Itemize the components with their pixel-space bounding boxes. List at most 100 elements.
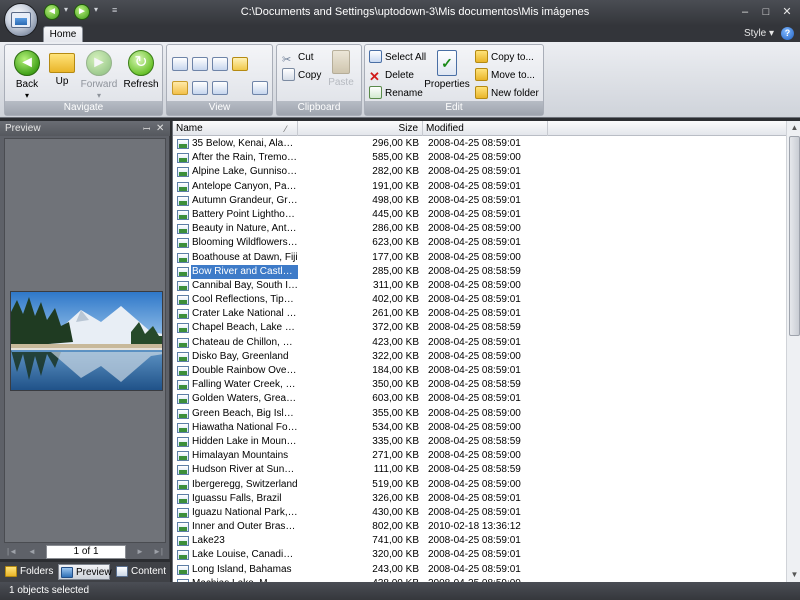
view-group: View [166,44,273,116]
close-icon[interactable]: ✕ [156,121,164,136]
table-row[interactable]: Disko Bay, Greenland 322,00 KB 2008-04-25 … [173,350,785,364]
table-row[interactable]: Battery Point Lighthous... 445,00 KB 2008-… [173,208,785,222]
style-menu[interactable]: Style ▾ [744,28,774,39]
next-page-icon[interactable]: ► [134,546,146,558]
view-options-icon[interactable] [252,81,268,95]
close-button[interactable]: ✕ [780,5,794,19]
scrollbar-thumb[interactable] [789,136,800,336]
tiles-view-icon[interactable] [212,81,228,95]
tab-folders[interactable]: Folders [3,564,55,580]
forward-button[interactable]: ► Forward ▾ [78,48,120,100]
quick-forward-button[interactable]: ► [74,4,90,20]
thumbnails-view-icon[interactable] [232,57,248,71]
table-row[interactable]: Himalayan Mountains 271,00 KB 2008-04-25 0… [173,449,785,463]
cut-label: Cut [298,52,314,63]
image-file-icon [177,167,189,178]
image-file-icon [177,536,189,547]
table-row[interactable]: After the Rain, Tremon... 585,00 KB 2008-0… [173,151,785,165]
copy-to-button[interactable]: Copy to... [475,50,534,66]
image-file-icon [177,266,189,277]
table-row[interactable]: Hudson River at Sunset... 111,00 KB 2008-0… [173,463,785,477]
table-row[interactable]: Boathouse at Dawn, Fiji 177,00 KB 2008-04-… [173,251,785,265]
properties-button[interactable]: ✓ Properties [423,48,471,98]
cut-button[interactable]: ✂ Cut [282,50,314,66]
pin-icon[interactable]: ꟷ [143,122,150,137]
forward-arrow-icon: ► [77,6,87,17]
vertical-scrollbar[interactable]: ▲ ▼ [786,121,800,582]
column-header-name[interactable]: Name ⁄ [173,121,298,136]
back-label: Back [15,79,39,90]
file-name: Himalayan Mountains [192,450,289,462]
back-button[interactable]: ◄ Back ▾ [7,48,47,100]
tab-preview[interactable]: Preview [58,564,112,580]
table-row[interactable]: Blooming Wildflowers a... 623,00 KB 2008-0… [173,236,785,250]
table-row[interactable]: Golden Waters, Great S... 603,00 KB 2008-0… [173,392,785,406]
refresh-button[interactable]: ↻ Refresh [121,48,161,98]
last-page-icon[interactable]: ►| [152,546,164,558]
delete-button[interactable]: ✕ Delete [369,68,414,84]
preview-panel-title: Preview [5,123,41,134]
table-row[interactable]: Cool Reflections, Tipso... 402,00 KB 2008-… [173,293,785,307]
table-row[interactable]: Lake Louise, Canadian ... 320,00 KB 2008-0… [173,548,785,562]
large-icons-view-icon[interactable] [192,57,208,71]
table-row[interactable]: Chateau de Chillon, Lak... 423,00 KB 2008-… [173,336,785,350]
table-row[interactable]: 35 Below, Kenai, Alaska 296,00 KB 2008-04-… [173,137,785,151]
tab-content[interactable]: Content [114,564,168,580]
table-row[interactable]: Chapel Beach, Lake Su... 372,00 KB 2008-04… [173,321,785,335]
first-page-icon[interactable]: |◄ [6,546,18,558]
app-menu-button[interactable] [4,3,38,37]
table-row[interactable]: Ibergeregg, Switzerland 519,00 KB 2008-04-… [173,478,785,492]
minimize-button[interactable]: – [738,5,752,19]
file-name: Bow River and Castle M... [191,264,298,279]
folder-icon [5,566,17,577]
table-row[interactable]: Autumn Grandeur, Gra... 498,00 KB 2008-04-… [173,194,785,208]
table-row[interactable]: Falling Water Creek, Po... 350,00 KB 2008-… [173,378,785,392]
medium-icons-view-icon[interactable] [212,57,228,71]
table-row[interactable]: Cannibal Bay, South Isl... 311,00 KB 2008-… [173,279,785,293]
move-to-button[interactable]: Move to... [475,68,535,84]
forward-label: Forward [80,79,118,90]
quick-forward-dropdown[interactable]: ▾ [94,5,98,14]
quick-back-button[interactable]: ◄ [44,4,60,20]
quick-back-dropdown[interactable]: ▾ [64,5,68,14]
preview-panel: Preview ꟷ ✕ |◄ ◄ 1 of 1 ► ►| [0,121,170,559]
file-name: Inner and Outer Brass I... [192,521,298,533]
new-folder-label: New folder [491,88,539,99]
table-row[interactable]: Iguazu National Park, A... 430,00 KB 2008-… [173,506,785,520]
table-row[interactable]: Hiawatha National Fore... 534,00 KB 2008-0… [173,421,785,435]
table-row[interactable]: Beauty in Nature, Antel... 286,00 KB 2008-… [173,222,785,236]
paste-button[interactable]: Paste [322,48,360,98]
table-row[interactable]: Alpine Lake, Gunnison ... 282,00 KB 2008-0… [173,165,785,179]
table-row[interactable]: Iguassu Falls, Brazil 326,00 KB 2008-04-25… [173,492,785,506]
scroll-up-icon[interactable]: ▲ [788,121,800,135]
maximize-button[interactable]: □ [759,5,773,19]
image-file-icon [177,337,189,348]
table-row[interactable]: Antelope Canyon, Page... 191,00 KB 2008-04… [173,180,785,194]
table-row[interactable]: Long Island, Bahamas 243,00 KB 2008-04-25 … [173,563,785,577]
copy-button[interactable]: Copy [282,68,321,84]
select-all-button[interactable]: Select All [369,50,426,66]
table-row[interactable]: Green Beach, Big Island... 355,00 KB 2008-… [173,407,785,421]
table-row[interactable]: Crater Lake National Pa... 261,00 KB 2008-… [173,307,785,321]
table-row[interactable]: Inner and Outer Brass I... 802,00 KB 2010-… [173,520,785,534]
rename-button[interactable]: Rename [369,86,423,102]
table-row[interactable]: Lake23 741,00 KB 2008-04-25 08:59:01 [173,534,785,548]
page-indicator[interactable]: 1 of 1 [46,545,126,559]
prev-page-icon[interactable]: ◄ [26,546,38,558]
tab-home[interactable]: Home [43,26,83,43]
table-row[interactable]: Hidden Lake in Mount R... 335,00 KB 2008-0… [173,435,785,449]
new-folder-button[interactable]: New folder [475,86,539,102]
scroll-down-icon[interactable]: ▼ [788,568,800,582]
up-button[interactable]: Up [42,48,82,98]
file-name: Lake Louise, Canadian ... [192,549,298,561]
content-icon [116,566,128,577]
quick-access-customize[interactable]: ≡ [112,5,117,15]
column-header-modified[interactable]: Modified [423,121,548,136]
extra-large-icons-view-icon[interactable] [172,57,188,71]
table-row[interactable]: Bow River and Castle M... 285,00 KB 2008-0… [173,264,785,279]
table-row[interactable]: Double Rainbow Over K... 184,00 KB 2008-04… [173,364,785,378]
list-view-icon[interactable] [192,81,208,95]
details-view-icon[interactable] [172,81,188,95]
column-header-size[interactable]: Size [298,121,423,136]
help-icon[interactable]: ? [781,27,794,40]
